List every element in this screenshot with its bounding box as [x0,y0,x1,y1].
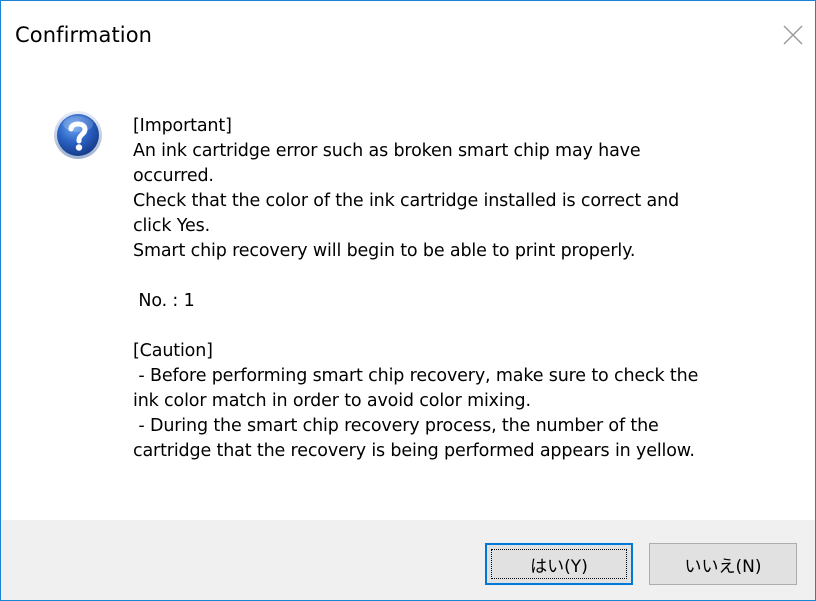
message-line: occurred. [133,166,214,186]
close-button[interactable] [775,17,811,53]
close-icon [783,25,803,45]
button-bar: はい(Y) いいえ(N) [1,520,815,600]
yes-button[interactable]: はい(Y) [485,543,633,585]
message-line: cartridge that the recovery is being per… [133,441,695,461]
message-text: [Important] An ink cartridge error such … [133,114,793,464]
no-button[interactable]: いいえ(N) [649,543,797,585]
message-line: ink color match in order to avoid color … [133,391,531,411]
title-bar[interactable]: Confirmation [1,1,815,77]
focus-rectangle: はい(Y) [491,549,627,579]
message-line: - Before performing smart chip recovery,… [133,366,699,386]
message-line: [Important] [133,116,232,136]
dialog-content: [Important] An ink cartridge error such … [1,77,815,513]
yes-button-label: はい(Y) [530,556,588,577]
message-line: Smart chip recovery will begin to be abl… [133,241,636,261]
message-line: - During the smart chip recovery process… [133,416,659,436]
message-line: Check that the color of the ink cartridg… [133,191,680,211]
message-line [133,314,793,339]
no-button-label: いいえ(N) [684,556,762,577]
message-line: [Caution] [133,341,213,361]
question-icon [54,111,102,159]
confirmation-dialog: Confirmation [Important] An ink cartridg… [0,0,816,601]
message-line: An ink cartridge error such as broken sm… [133,141,641,161]
message-line [133,264,793,289]
message-line: click Yes. [133,216,210,236]
cartridge-number: No. : 1 [133,291,195,311]
window-title: Confirmation [15,23,153,47]
